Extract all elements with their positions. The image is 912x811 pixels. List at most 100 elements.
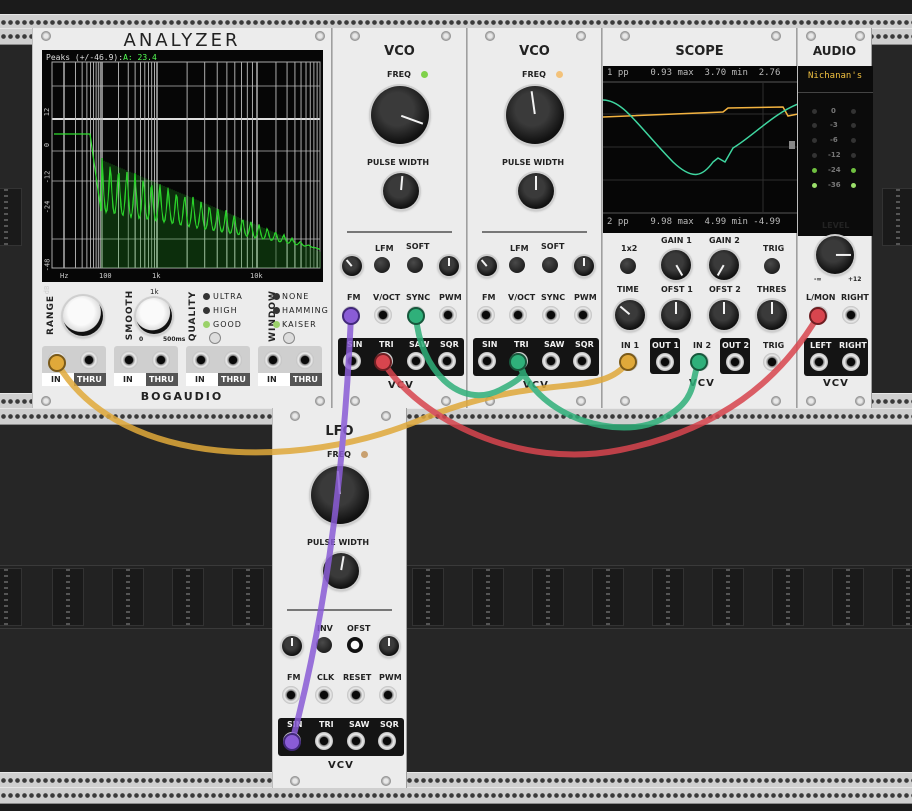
voct-input-jack[interactable] (374, 306, 392, 324)
thru-jack[interactable] (80, 351, 98, 369)
range-knob[interactable] (63, 296, 103, 336)
gain1-knob[interactable] (661, 250, 691, 280)
ofst1-knob[interactable] (661, 300, 691, 330)
pwm-input-jack[interactable] (379, 686, 397, 704)
thres-knob[interactable] (757, 300, 787, 330)
freq-knob[interactable] (506, 86, 564, 144)
input-jack-in[interactable] (48, 351, 66, 369)
freq-knob[interactable] (311, 466, 369, 524)
window-led-active (273, 321, 280, 328)
scope-module: SCOPE 1 pp 0.93 max 3.70 min 2.76 2 pp 9… (602, 28, 798, 408)
window-option[interactable]: HAMMING (282, 306, 329, 315)
quality-option[interactable]: GOOD (213, 320, 242, 329)
tri-output-jack[interactable] (375, 352, 393, 370)
sync-input-jack[interactable] (542, 306, 560, 324)
fm-knob[interactable] (342, 256, 362, 276)
quality-option[interactable]: HIGH (213, 306, 238, 315)
out1-jack[interactable] (656, 353, 674, 371)
meter-led-active (812, 168, 817, 173)
sin-output-jack[interactable] (283, 732, 301, 750)
quality-option[interactable]: ULTRA (213, 292, 243, 301)
soft-switch[interactable] (407, 257, 423, 273)
reset-input-jack[interactable] (347, 686, 365, 704)
out2-jack[interactable] (726, 353, 744, 371)
saw-output-jack[interactable] (347, 732, 365, 750)
spectrum-display[interactable]: Peaks (+/-46.9):A: 23.4 12 0 -12 -24 -48… (42, 50, 323, 294)
1x2-button[interactable] (620, 258, 636, 274)
ofst-switch[interactable] (347, 637, 363, 653)
voct-input-jack[interactable] (509, 306, 527, 324)
thru-jack[interactable] (296, 351, 314, 369)
pulse-width-knob[interactable] (518, 173, 554, 209)
in1-jack[interactable] (620, 353, 638, 371)
lfm-switch[interactable] (374, 257, 390, 273)
meter-label: -12 (828, 151, 841, 159)
sqr-output-jack[interactable] (378, 732, 396, 750)
in2-jack[interactable] (691, 353, 709, 371)
time-knob[interactable] (615, 300, 645, 330)
tri-output-jack[interactable] (315, 732, 333, 750)
saw-output-jack[interactable] (407, 352, 425, 370)
sin-output-jack[interactable] (478, 352, 496, 370)
inv-switch[interactable] (316, 637, 332, 653)
meter-led-active (812, 183, 817, 188)
1x2-label: 1x2 (621, 244, 638, 253)
pulse-width-knob[interactable] (383, 173, 419, 209)
trig-button[interactable] (764, 258, 780, 274)
level-knob[interactable] (816, 236, 854, 274)
thru-jack[interactable] (224, 351, 242, 369)
lfm-switch[interactable] (509, 257, 525, 273)
right-input-jack[interactable] (842, 306, 860, 324)
window-button[interactable] (283, 332, 295, 344)
scope-display[interactable]: 1 pp 0.93 max 3.70 min 2.76 2 pp 9.98 ma… (603, 66, 798, 233)
thru-jack[interactable] (152, 351, 170, 369)
gain2-knob[interactable] (709, 250, 739, 280)
smooth-knob[interactable] (136, 298, 172, 334)
x-tick: 10k (250, 272, 263, 280)
level-min-label: -∞ (814, 276, 822, 283)
saw-output-jack[interactable] (542, 352, 560, 370)
sqr-output-jack[interactable] (438, 352, 456, 370)
quality-button[interactable] (209, 332, 221, 344)
freq-led (556, 71, 563, 78)
fm-input-jack[interactable] (282, 686, 300, 704)
input-label-fm: FM (482, 293, 496, 302)
right-output-jack[interactable] (842, 353, 860, 371)
screw (806, 31, 816, 41)
input-jack-in[interactable] (264, 351, 282, 369)
pwm-knob[interactable] (574, 256, 594, 276)
fm-knob[interactable] (477, 256, 497, 276)
input-label-sync: SYNC (541, 293, 566, 302)
meter-label: -36 (828, 181, 841, 189)
input-label-fm: FM (347, 293, 361, 302)
freq-knob[interactable] (371, 86, 429, 144)
fm-input-jack[interactable] (342, 306, 360, 324)
pwm-knob[interactable] (439, 256, 459, 276)
soft-switch[interactable] (542, 257, 558, 273)
left-output-jack[interactable] (810, 353, 828, 371)
tri-output-jack[interactable] (510, 352, 528, 370)
input-jack-in[interactable] (120, 351, 138, 369)
sync-input-jack[interactable] (407, 306, 425, 324)
left-mon-input-jack[interactable] (810, 306, 828, 324)
sin-output-jack[interactable] (343, 352, 361, 370)
fm-input-jack[interactable] (477, 306, 495, 324)
ofst2-knob[interactable] (709, 300, 739, 330)
window-option[interactable]: KAISER (282, 320, 317, 329)
clk-input-jack[interactable] (315, 686, 333, 704)
left-out-label: LEFT (810, 341, 832, 350)
pwm-input-jack[interactable] (439, 306, 457, 324)
input-jack-in[interactable] (192, 351, 210, 369)
trig-jack[interactable] (763, 353, 781, 371)
screw (855, 396, 865, 406)
window-option[interactable]: NONE (282, 292, 309, 301)
sqr-output-jack[interactable] (573, 352, 591, 370)
screw (576, 396, 586, 406)
pwm-knob[interactable] (379, 636, 399, 656)
vcv-logo: VCV (328, 760, 354, 771)
pulse-width-knob[interactable] (323, 553, 359, 589)
jack-in-label: IN (267, 375, 277, 384)
pwm-input-jack[interactable] (574, 306, 592, 324)
fm-knob[interactable] (282, 636, 302, 656)
audio-device-display[interactable]: Nichanan's 0 -3 -6 -12 -24 -36 (798, 66, 873, 236)
